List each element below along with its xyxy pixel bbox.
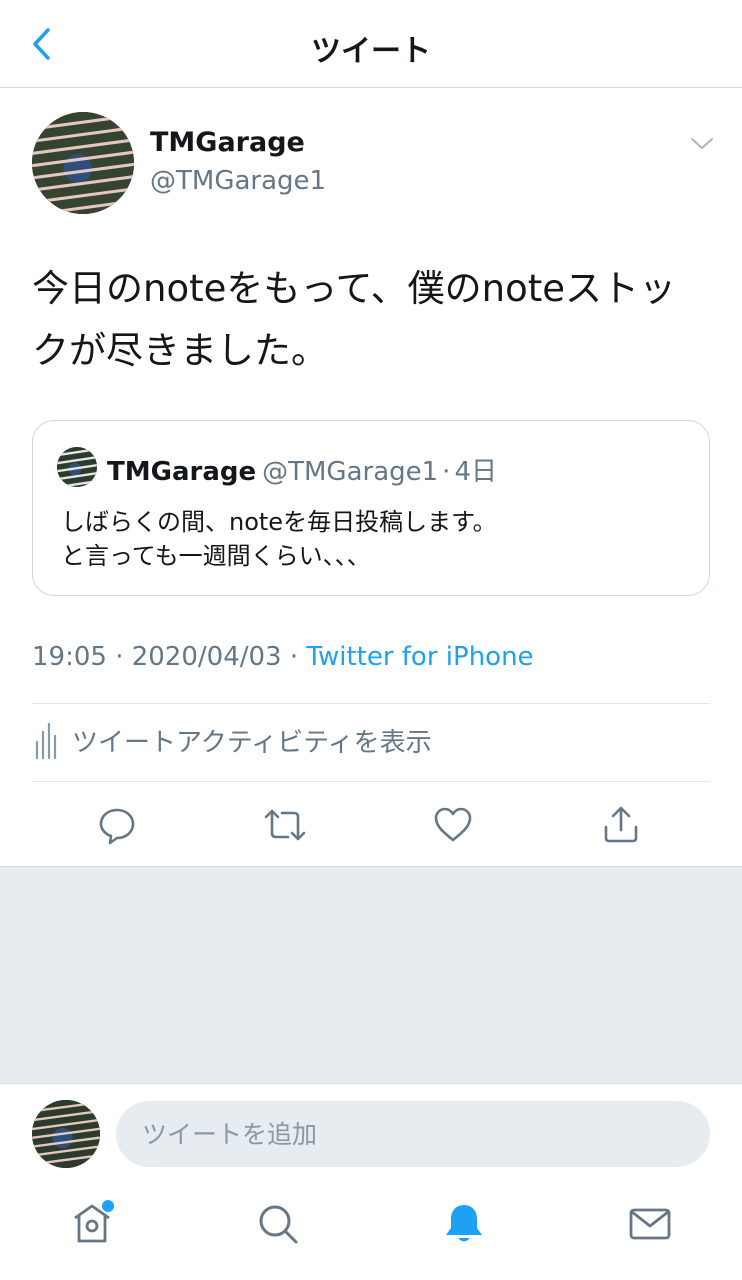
messages-icon: [629, 1208, 671, 1240]
page-title: ツイート: [311, 34, 431, 69]
current-user-avatar[interactable]: [32, 1100, 100, 1168]
like-button[interactable]: [428, 800, 478, 850]
tweet-options-button[interactable]: [686, 128, 718, 160]
chevron-down-icon: [691, 138, 713, 149]
tweet-activity-button[interactable]: ツイートアクティビティを表示: [32, 714, 432, 766]
empty-replies-area: [0, 866, 742, 1084]
tab-notifications[interactable]: [436, 1196, 492, 1252]
tweet-action-bar: [0, 782, 742, 866]
retweet-button[interactable]: [260, 800, 310, 850]
quoted-author-handle: @TMGarage1: [262, 457, 439, 487]
tab-messages[interactable]: [622, 1196, 678, 1252]
notifications-icon: [446, 1205, 482, 1242]
like-icon: [434, 807, 472, 842]
analytics-icon: [35, 722, 57, 760]
tab-search[interactable]: [250, 1196, 306, 1252]
quoted-tweet-card[interactable]: TMGarage @TMGarage1 · 4日 しばらくの間、noteを毎日投稿しま…: [32, 420, 710, 596]
author-handle[interactable]: @TMGarage1: [150, 166, 326, 196]
reply-composer: [0, 1084, 742, 1184]
quoted-separator: ·: [442, 457, 451, 487]
quoted-tweet-header: TMGarage @TMGarage1 · 4日: [107, 451, 497, 488]
quoted-text-line: しばらくの間、noteを毎日投稿します。: [61, 508, 497, 536]
quoted-time: 4日: [454, 457, 497, 487]
tweet-text: 今日のnoteをもって、僕のnoteストックが尽きました。: [32, 267, 677, 372]
share-button[interactable]: [596, 800, 646, 850]
tweet-source-link[interactable]: Twitter for iPhone: [306, 642, 533, 672]
tweet-activity-label: ツイートアクティビティを表示: [72, 727, 432, 758]
home-unread-dot: [102, 1200, 114, 1212]
divider: [32, 703, 710, 704]
tweet-metadata: 19:05 · 2020/04/03 · Twitter for iPhone: [32, 642, 534, 672]
quoted-tweet-text: しばらくの間、noteを毎日投稿します。 と言っても一週間くらい、、、: [61, 505, 691, 573]
quoted-author-name: TMGarage: [107, 457, 257, 487]
author-avatar[interactable]: [32, 112, 134, 214]
author-name[interactable]: TMGarage: [150, 127, 305, 158]
reply-input[interactable]: [116, 1101, 710, 1167]
retweet-icon: [264, 809, 306, 841]
quoted-text-line: と言っても一週間くらい、、、: [61, 542, 371, 570]
tweet-timestamp: 19:05 · 2020/04/03 ·: [32, 642, 307, 672]
search-icon: [259, 1205, 298, 1244]
reply-icon: [99, 808, 135, 845]
bottom-tab-bar: [0, 1184, 742, 1280]
quoted-author-avatar: [57, 447, 97, 487]
navigation-bar: ツイート: [0, 0, 742, 88]
share-icon: [604, 806, 638, 843]
reply-button[interactable]: [92, 800, 142, 850]
